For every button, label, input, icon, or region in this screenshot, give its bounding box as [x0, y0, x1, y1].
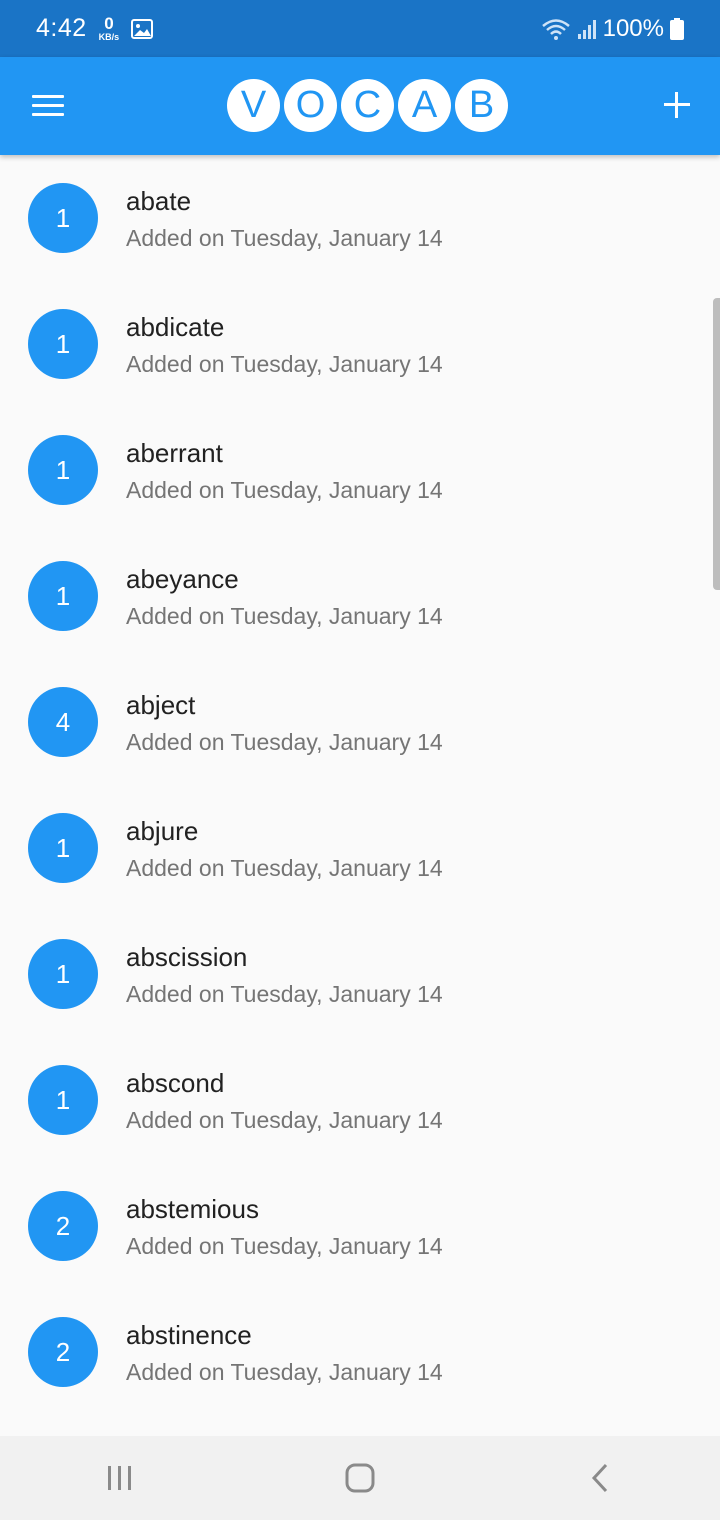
app-bar: V O C A B [0, 57, 720, 155]
logo-letter: V [227, 79, 280, 132]
app-logo: V O C A B [227, 79, 508, 132]
word-added-date: Added on Tuesday, January 14 [126, 1359, 443, 1385]
word-title: abscission [126, 942, 248, 972]
word-title: abeyance [126, 564, 239, 594]
wifi-icon [541, 18, 570, 40]
list-item[interactable]: 4 abject Added on Tuesday, January 14 [0, 659, 720, 785]
word-count-avatar: 1 [28, 561, 98, 631]
menu-icon-line [32, 104, 64, 107]
home-button[interactable] [330, 1448, 390, 1508]
logo-letter: O [284, 79, 337, 132]
logo-letter: A [398, 79, 451, 132]
menu-icon-line [32, 113, 64, 116]
menu-button[interactable] [32, 95, 66, 119]
list-item[interactable]: 1 aberrant Added on Tuesday, January 14 [0, 407, 720, 533]
battery-percent: 100% [602, 14, 664, 42]
list-item[interactable]: 1 abscond Added on Tuesday, January 14 [0, 1037, 720, 1163]
word-count-avatar: 1 [28, 1065, 98, 1135]
status-time: 4:42 [36, 14, 87, 42]
word-count-avatar: 1 [28, 435, 98, 505]
word-count-avatar: 1 [28, 939, 98, 1009]
network-speed: 0 KB/s [99, 15, 120, 42]
word-count-avatar: 4 [28, 687, 98, 757]
word-count-avatar: 2 [28, 1191, 98, 1261]
word-added-date: Added on Tuesday, January 14 [126, 855, 443, 881]
word-count-avatar: 1 [28, 813, 98, 883]
back-icon [591, 1463, 608, 1493]
add-word-button[interactable] [662, 90, 692, 120]
word-added-date: Added on Tuesday, January 14 [126, 981, 443, 1007]
word-added-date: Added on Tuesday, January 14 [126, 603, 443, 629]
word-added-date: Added on Tuesday, January 14 [126, 1233, 443, 1259]
list-item[interactable]: 1 abjure Added on Tuesday, January 14 [0, 785, 720, 911]
list-item[interactable]: 1 abscission Added on Tuesday, January 1… [0, 911, 720, 1037]
word-title: abdicate [126, 312, 225, 342]
word-added-date: Added on Tuesday, January 14 [126, 225, 443, 251]
word-title: aberrant [126, 438, 223, 468]
word-added-date: Added on Tuesday, January 14 [126, 351, 443, 377]
word-count-avatar: 1 [28, 309, 98, 379]
logo-letter: C [341, 79, 394, 132]
word-count-avatar: 2 [28, 1317, 98, 1387]
word-added-date: Added on Tuesday, January 14 [126, 1107, 443, 1133]
word-list[interactable]: 1 abate Added on Tuesday, January 14 1 a… [0, 155, 720, 1436]
list-item[interactable]: 1 abeyance Added on Tuesday, January 14 [0, 533, 720, 659]
network-speed-value: 0 [104, 14, 114, 33]
recent-apps-icon [108, 1466, 131, 1490]
word-title: abate [126, 186, 192, 216]
list-item[interactable]: 2 abstinence Added on Tuesday, January 1… [0, 1289, 720, 1415]
word-added-date: Added on Tuesday, January 14 [126, 477, 443, 503]
logo-letter: B [455, 79, 508, 132]
gallery-icon [131, 18, 154, 39]
scrollbar-thumb[interactable] [713, 298, 720, 590]
word-title: abstemious [126, 1194, 259, 1224]
network-speed-unit: KB/s [98, 32, 120, 42]
recent-apps-button[interactable] [90, 1448, 150, 1508]
list-item[interactable]: 2 abstemious Added on Tuesday, January 1… [0, 1163, 720, 1289]
status-bar: 4:42 0 KB/s 100% [0, 0, 720, 57]
menu-icon-line [32, 95, 64, 98]
signal-icon [577, 19, 596, 39]
word-title: abjure [126, 816, 199, 846]
battery-icon [670, 17, 684, 40]
word-count-avatar: 1 [28, 183, 98, 253]
list-item[interactable]: 1 abdicate Added on Tuesday, January 14 [0, 281, 720, 407]
list-item[interactable]: 1 abate Added on Tuesday, January 14 [0, 155, 720, 281]
word-title: abscond [126, 1068, 225, 1098]
back-button[interactable] [570, 1448, 630, 1508]
word-title: abject [126, 690, 196, 720]
home-icon [345, 1463, 375, 1493]
word-title: abstinence [126, 1320, 252, 1350]
system-nav-bar [0, 1436, 720, 1520]
word-added-date: Added on Tuesday, January 14 [126, 729, 443, 755]
